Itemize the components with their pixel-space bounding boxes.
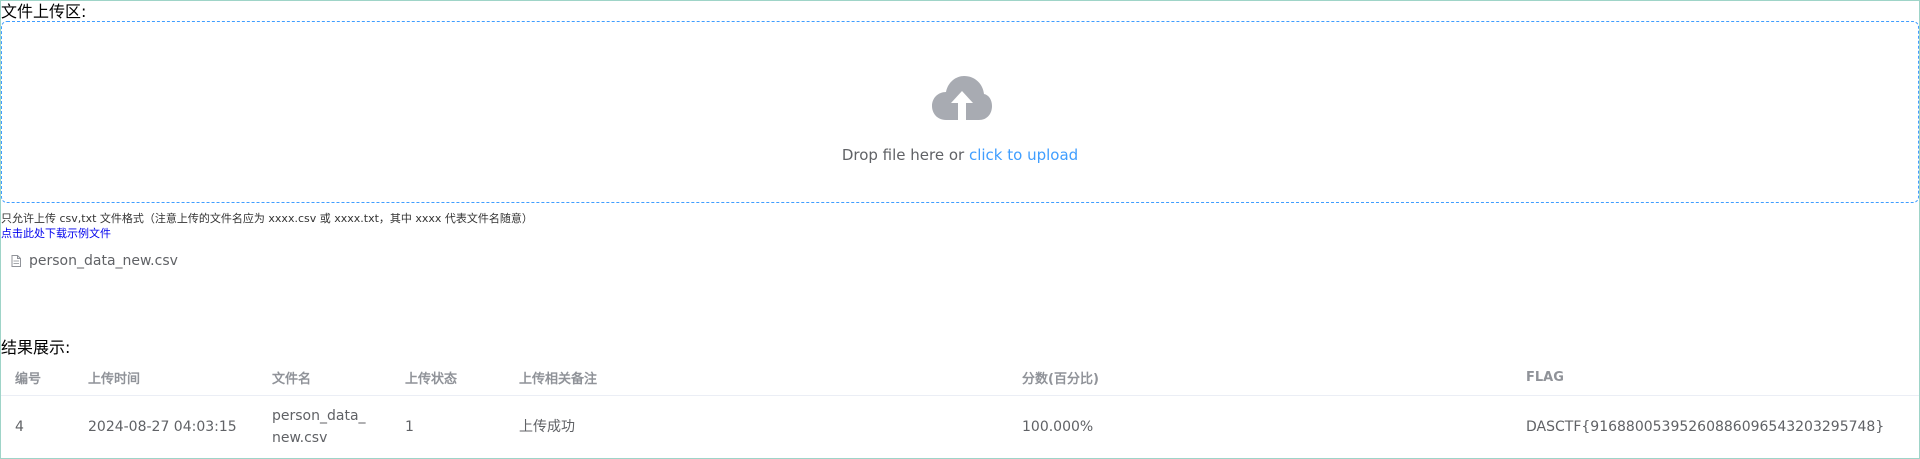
cell-flag: DASCTF{91688005395260886096543203295748} [1526,419,1885,435]
cell-id: 4 [15,419,24,435]
results-table: 编号 上传时间 文件名 上传状态 上传相关备注 分数(百分比) FLAG 4 2… [1,359,1919,458]
document-icon [11,255,21,267]
cloud-upload-icon [932,76,992,120]
column-header-filename: 文件名 [258,359,391,396]
cell-filename-wrap: person_data_new.csv [258,396,391,459]
download-sample-link[interactable]: 点击此处下载示例文件 [1,226,111,241]
upload-tip: 只允许上传 csv,txt 文件格式（注意上传的文件名应为 xxxx.csv 或… [1,212,533,225]
upload-section-title: 文件上传区: [1,2,87,21]
column-header-time: 上传时间 [74,359,258,396]
results-section-title: 结果展示: [1,338,71,357]
uploaded-file-item[interactable]: person_data_new.csv [11,251,178,271]
uploaded-file-name: person_data_new.csv [29,253,178,269]
cell-note: 上传成功 [519,419,575,435]
column-header-score: 分数(百分比) [1008,359,1512,396]
cell-status: 1 [405,419,414,435]
column-header-note: 上传相关备注 [505,359,1008,396]
click-to-upload-link[interactable]: click to upload [969,146,1078,164]
upload-dropzone[interactable]: Drop file here or click to upload [1,21,1919,203]
page: 文件上传区: Drop file here or click to upload… [0,0,1920,459]
table-header-row: 编号 上传时间 文件名 上传状态 上传相关备注 分数(百分比) FLAG [1,359,1919,396]
cell-score: 100.000% [1022,419,1094,435]
upload-instruction: Drop file here or click to upload [2,146,1918,164]
column-header-flag: FLAG [1512,359,1919,396]
column-header-status: 上传状态 [391,359,505,396]
drop-file-text: Drop file here or [841,146,969,164]
cell-filename: person_data_new.csv [272,408,366,446]
column-header-id: 编号 [1,359,74,396]
cell-time: 2024-08-27 04:03:15 [88,419,237,435]
table-row: 4 2024-08-27 04:03:15 person_data_new.cs… [1,396,1919,459]
